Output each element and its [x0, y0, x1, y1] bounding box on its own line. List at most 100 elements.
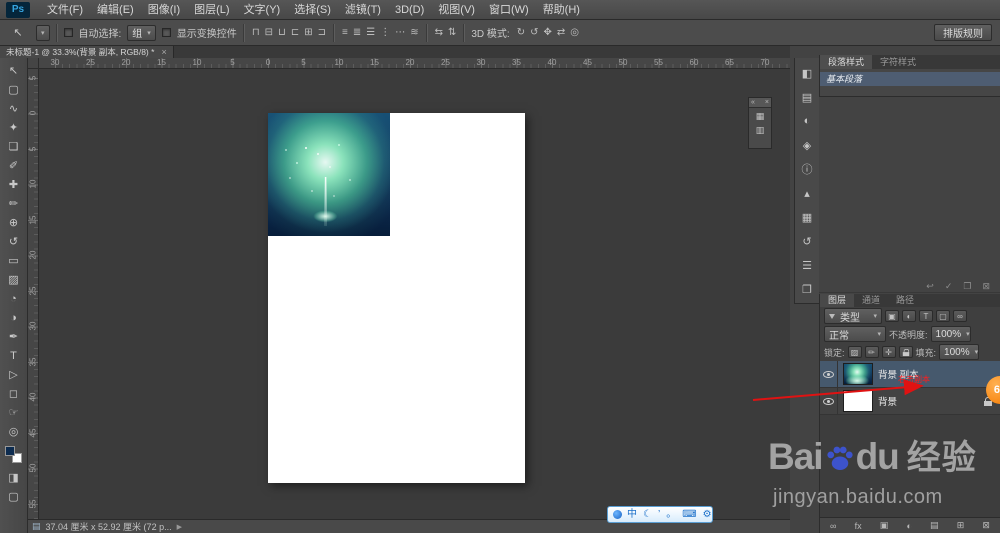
layer-row-background-copy[interactable]: 背景 副本 右击副本 [820, 361, 1000, 388]
properties-panel-icon[interactable]: ☰ [797, 253, 818, 277]
layer-name[interactable]: 背景 [878, 394, 897, 408]
layer-style-icon[interactable]: fx [855, 521, 862, 531]
delete-layer-icon[interactable]: ⊠ [982, 520, 990, 531]
clone-stamp-tool[interactable]: ⊕ [2, 213, 26, 232]
filter-type-layers-icon[interactable]: T [919, 310, 933, 322]
rectangular-marquee-tool[interactable]: ▢ [2, 80, 26, 99]
new-layer-icon[interactable]: ⊞ [957, 520, 965, 531]
menu-help[interactable]: 帮助(H) [536, 0, 587, 20]
commit-icon[interactable]: ✓ [945, 281, 953, 292]
auto-blend-layers-icon[interactable]: ⇅ [447, 27, 457, 38]
ruler-vertical[interactable]: 5051015202530354045505560 [28, 69, 39, 519]
move-tool[interactable]: ↖ [2, 61, 26, 80]
collapse-panel-icon[interactable]: « [751, 99, 755, 106]
ime-chinese-mode-icon[interactable]: 中 [627, 509, 637, 520]
foreground-color-swatch[interactable] [5, 446, 15, 456]
color-panel-icon[interactable]: ◧ [797, 61, 818, 85]
distribute-top-icon[interactable]: ≡ [341, 27, 349, 38]
align-top-edges-icon[interactable]: ⊓ [251, 27, 261, 38]
screen-mode-icon[interactable]: ▢ [2, 487, 26, 506]
lock-position-icon[interactable]: ✛ [881, 346, 896, 358]
tab-character-styles[interactable]: 字符样式 [872, 55, 924, 69]
floating-mini-panel[interactable]: « × ▦ ▥ [748, 97, 772, 149]
lasso-tool[interactable]: ∿ [2, 99, 26, 118]
fill-dropdown[interactable]: 100% ▾ [939, 344, 980, 360]
clone-source-panel-icon[interactable]: ❐ [797, 277, 818, 301]
distribute-hcenter-icon[interactable]: ⋯ [394, 27, 406, 38]
3d-slide-icon[interactable]: ⇄ [556, 27, 566, 38]
blur-tool[interactable]: ◔ [2, 289, 26, 308]
ruler-origin-corner[interactable] [28, 58, 39, 69]
spot-healing-brush-tool[interactable]: ✚ [2, 175, 26, 194]
pasted-tree-image[interactable] [268, 113, 390, 236]
ime-logo-icon[interactable] [613, 510, 622, 519]
distribute-vcenter-icon[interactable]: ≣ [352, 27, 362, 38]
show-transform-checkbox[interactable] [161, 28, 171, 37]
layer-visibility-toggle[interactable] [820, 388, 838, 414]
tab-paths[interactable]: 路径 [888, 294, 922, 307]
auto-select-target-dropdown[interactable]: 组 ▾ [127, 24, 156, 41]
filter-pixel-layers-icon[interactable]: ▣ [885, 310, 899, 322]
eraser-tool[interactable]: ▭ [2, 251, 26, 270]
auto-select-checkbox[interactable] [63, 28, 73, 37]
adjustment-layer-icon[interactable]: ◐ [906, 521, 911, 531]
close-tab-icon[interactable]: × [161, 47, 166, 57]
menu-window[interactable]: 窗口(W) [482, 0, 536, 20]
hand-tool[interactable]: ☞ [2, 403, 26, 422]
gradient-tool[interactable]: ▨ [2, 270, 26, 289]
filter-shape-layers-icon[interactable]: ▢ [936, 310, 950, 322]
menu-filter[interactable]: 滤镜(T) [338, 0, 388, 20]
paragraph-style-item[interactable]: 基本段落 [820, 72, 1000, 86]
3d-pan-icon[interactable]: ✥ [543, 27, 553, 38]
layer-visibility-toggle[interactable] [820, 361, 838, 387]
crop-tool[interactable]: ❏ [2, 137, 26, 156]
menu-select[interactable]: 选择(S) [287, 0, 338, 20]
add-layer-mask-icon[interactable]: ▣ [880, 520, 889, 531]
menu-type[interactable]: 文字(Y) [237, 0, 288, 20]
3d-rotate-icon[interactable]: ↻ [516, 27, 526, 38]
ime-moon-icon[interactable]: ☾ [643, 509, 652, 520]
align-horizontal-centers-icon[interactable]: ⊞ [303, 27, 313, 38]
layer-thumbnail[interactable] [843, 363, 873, 385]
blend-mode-dropdown[interactable]: 正常 ▾ [824, 326, 886, 342]
ime-keyboard-icon[interactable]: ⌨ [682, 509, 696, 520]
tool-preset-icon[interactable]: ↖ [6, 25, 30, 41]
3d-scale-icon[interactable]: ◎ [569, 27, 580, 38]
filter-adjustment-layers-icon[interactable]: ◐ [902, 310, 916, 322]
pen-tool[interactable]: ✒ [2, 327, 26, 346]
ime-settings-icon[interactable]: ⚙ [703, 509, 712, 520]
history-brush-tool[interactable]: ↺ [2, 232, 26, 251]
distribute-bottom-icon[interactable]: ☰ [365, 27, 376, 38]
new-group-icon[interactable]: ▤ [930, 520, 939, 531]
path-selection-tool[interactable]: ▷ [2, 365, 26, 384]
tab-channels[interactable]: 通道 [854, 294, 888, 307]
ime-period-icon[interactable]: 。 [666, 509, 676, 520]
status-expand-arrow-icon[interactable]: ▶ [177, 523, 182, 531]
layout-rules-button[interactable]: 排版规则 [934, 24, 992, 41]
dodge-tool[interactable]: ◑ [2, 308, 26, 327]
menu-edit[interactable]: 编辑(E) [90, 0, 141, 20]
lock-transparency-icon[interactable]: ▨ [847, 346, 862, 358]
horizontal-type-tool[interactable]: T [2, 346, 26, 365]
align-left-edges-icon[interactable]: ⊏ [290, 27, 300, 38]
trash-icon[interactable]: ⊠ [982, 281, 990, 292]
layer-row-background[interactable]: 背景 [820, 388, 1000, 415]
histogram-panel-icon[interactable]: ▴ [797, 181, 818, 205]
eyedropper-tool[interactable]: ✐ [2, 156, 26, 175]
document-tab[interactable]: 未标题-1 @ 33.3%(背景 副本, RGB/8) * × [0, 46, 174, 58]
distribute-left-icon[interactable]: ⋮ [379, 27, 391, 38]
quick-mask-icon[interactable]: ◨ [2, 468, 26, 487]
foreground-background-swatches[interactable] [5, 446, 22, 463]
filter-smart-objects-icon[interactable]: ∞ [953, 310, 967, 322]
navigator-panel-icon[interactable]: ▦ [797, 205, 818, 229]
history-panel-icon[interactable]: ↺ [797, 229, 818, 253]
ruler-horizontal[interactable]: 30 25 20 15 10 5 0 5 10 15 20 25 30 35 40 45 50 55 60 65 70 [28, 58, 790, 69]
rectangle-tool[interactable]: ◻ [2, 384, 26, 403]
mini-swatch-icon[interactable]: ▦ [756, 110, 765, 122]
layer-filter-dropdown[interactable]: 类型 ▾ [824, 308, 882, 324]
distribute-right-icon[interactable]: ≋ [409, 27, 419, 38]
duplicate-icon[interactable]: ❐ [963, 281, 971, 292]
mini-list-icon[interactable]: ▥ [756, 124, 765, 136]
close-panel-icon[interactable]: × [765, 99, 769, 106]
opacity-dropdown[interactable]: 100% ▾ [930, 326, 971, 342]
